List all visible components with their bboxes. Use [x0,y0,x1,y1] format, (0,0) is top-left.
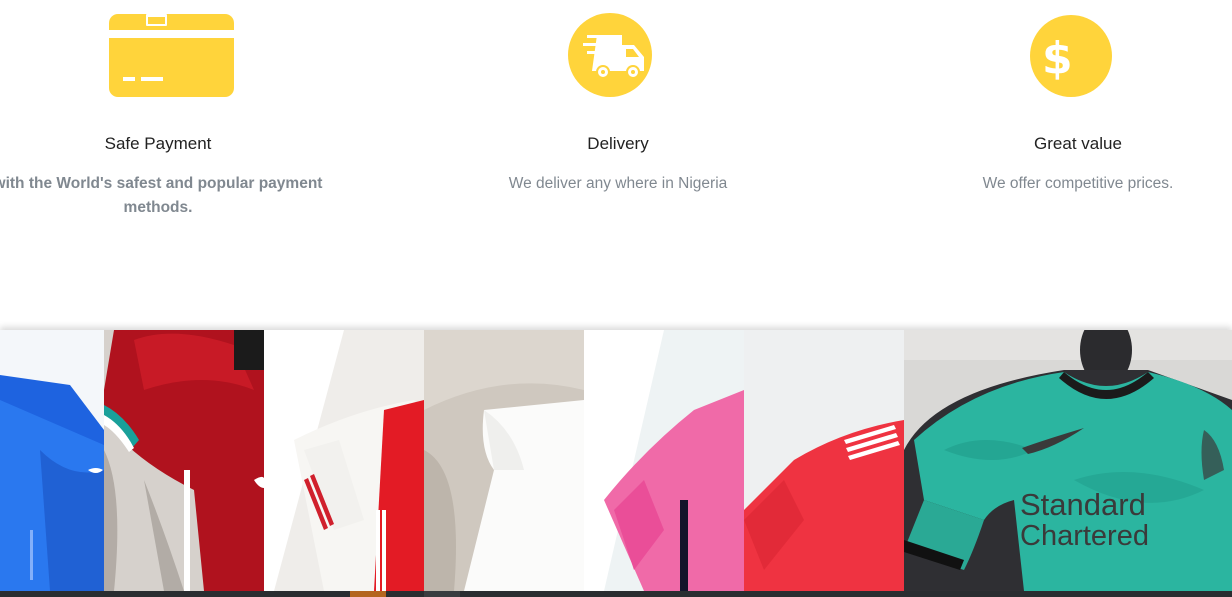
red-jersey-image[interactable] [104,330,264,591]
feature-description: with the World's safest and popular paym… [0,175,323,216]
feature-title: Delivery [587,134,649,153]
bottom-bar [0,591,1232,597]
blue-jersey-image[interactable] [0,330,104,591]
dollar-coin-icon: $ [1030,15,1112,97]
white-shirt-on-rug-image[interactable] [424,330,584,591]
teal-liverpool-jersey-image[interactable]: Standard Chartered [904,330,1232,591]
red-adidas-jersey-image[interactable] [744,330,904,591]
delivery-truck-icon [568,13,652,97]
product-gallery: Standard Chartered [0,330,1232,591]
jersey-sponsor-line-2: Chartered [1020,520,1149,552]
feature-description: We offer competitive prices. [982,175,1174,192]
feature-description: We deliver any where in Nigeria [508,175,728,192]
feature-title: Great value [1034,134,1122,153]
credit-card-icon [109,14,234,97]
bottom-bar-accent [350,591,386,597]
red-white-jersey-image[interactable] [264,330,424,591]
bottom-bar-light [424,591,460,597]
jersey-sponsor-line-1: Standard [1020,487,1146,522]
feature-title: Safe Payment [104,134,212,153]
svg-text:$: $ [1042,33,1073,84]
pink-jersey-image[interactable] [584,330,744,591]
